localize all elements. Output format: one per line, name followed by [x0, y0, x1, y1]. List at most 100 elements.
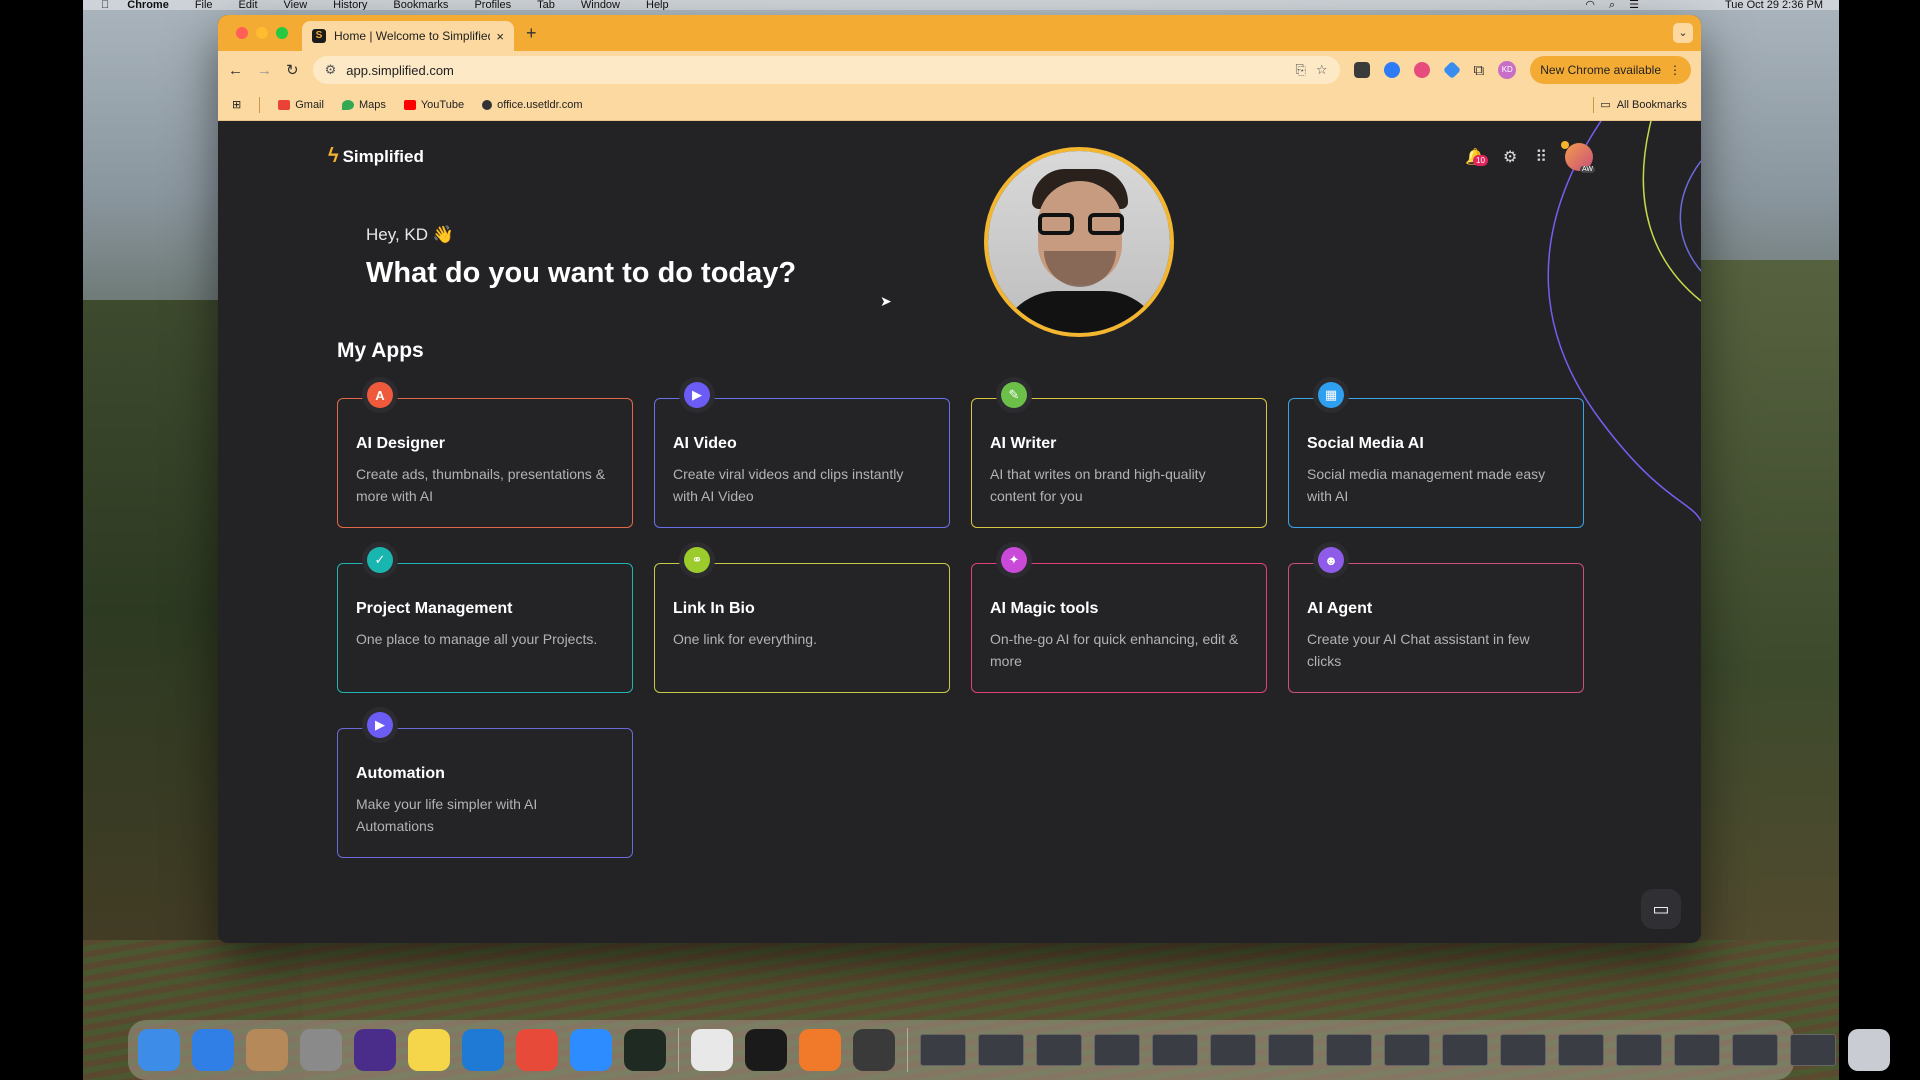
dock-arc-icon[interactable]	[354, 1029, 396, 1071]
browser-window: S Home | Welcome to Simplified × + ⌄ ← →…	[218, 15, 1701, 943]
menu-view[interactable]: View	[284, 0, 308, 10]
app-card-ai-magic-tools[interactable]: ✦ AI Magic tools On-the-go AI for quick …	[971, 542, 1267, 693]
address-bar[interactable]: ⚙ app.simplified.com ⎘ ☆	[312, 56, 1340, 84]
menu-help[interactable]: Help	[646, 0, 669, 10]
notifications-bell-icon[interactable]: 🔔 10	[1465, 147, 1488, 167]
bookmark-office[interactable]: office.usetldr.com	[482, 99, 583, 111]
dock-sublime-icon[interactable]	[853, 1029, 895, 1071]
dock-terminal-icon[interactable]	[745, 1029, 787, 1071]
bookmark-youtube[interactable]: YouTube	[403, 99, 464, 111]
menu-bookmarks[interactable]: Bookmarks	[393, 0, 448, 10]
apple-menu-icon[interactable]: 	[101, 0, 109, 10]
dock-window-thumbnail[interactable]	[978, 1034, 1024, 1066]
dock-pages-icon[interactable]	[799, 1029, 841, 1071]
app-card-project-management[interactable]: ✓ Project Management One place to manage…	[337, 542, 633, 693]
menu-file[interactable]: File	[195, 0, 213, 10]
user-avatar[interactable]: AW	[1561, 141, 1595, 173]
dock-zoom-icon[interactable]	[570, 1029, 612, 1071]
wifi-icon[interactable]: ◠	[1585, 0, 1595, 10]
dock-trash-icon[interactable]	[1848, 1029, 1890, 1071]
dock-window-thumbnail[interactable]	[1674, 1034, 1720, 1066]
dock-window-thumbnail[interactable]	[1152, 1034, 1198, 1066]
back-icon[interactable]: ←	[228, 62, 243, 79]
minimize-window-button[interactable]	[256, 27, 268, 39]
dock-vscode-icon[interactable]	[462, 1029, 504, 1071]
dock-launchpad-icon[interactable]	[300, 1029, 342, 1071]
menu-history[interactable]: History	[333, 0, 367, 10]
dock-window-thumbnail[interactable]	[1268, 1034, 1314, 1066]
app-card-ai-agent[interactable]: ☻ AI Agent Create your AI Chat assistant…	[1288, 542, 1584, 693]
extension-zoom-icon[interactable]	[1383, 62, 1400, 78]
zoom-window-button[interactable]	[276, 27, 288, 39]
dock-chrome-icon[interactable]	[516, 1029, 558, 1071]
menu-tab[interactable]: Tab	[537, 0, 555, 10]
search-icon[interactable]: ⌕	[1609, 0, 1615, 10]
dock-window-thumbnail[interactable]	[1732, 1034, 1778, 1066]
dock-activity-monitor-icon[interactable]	[624, 1029, 666, 1071]
install-app-icon[interactable]: ⎘	[1295, 62, 1305, 78]
bookmark-gmail[interactable]: Gmail	[278, 99, 324, 111]
video-icon: ▶	[679, 377, 715, 413]
tab-simplified[interactable]: S Home | Welcome to Simplified ×	[302, 21, 514, 51]
new-tab-button[interactable]: +	[526, 23, 537, 44]
bookmark-star-icon[interactable]: ☆	[1316, 62, 1328, 78]
chrome-update-button[interactable]: New Chrome available ⋮	[1530, 56, 1691, 84]
menu-clock[interactable]: Tue Oct 29 2:36 PM	[1725, 0, 1823, 10]
dock-window-thumbnail[interactable]	[1210, 1034, 1256, 1066]
dock-window-thumbnail[interactable]	[1384, 1034, 1430, 1066]
menu-edit[interactable]: Edit	[239, 0, 258, 10]
dock-window-thumbnail[interactable]	[1790, 1034, 1836, 1066]
dock-slack-icon[interactable]	[691, 1029, 733, 1071]
extensions-puzzle-icon[interactable]: ⧉	[1474, 62, 1485, 79]
apps-grid-icon[interactable]: ⊞	[232, 98, 241, 111]
dock-window-thumbnail[interactable]	[1442, 1034, 1488, 1066]
profile-avatar[interactable]: KD	[1498, 61, 1517, 79]
extension-3-icon[interactable]	[1413, 62, 1430, 78]
dock-window-thumbnail[interactable]	[1094, 1034, 1140, 1066]
dock-window-thumbnail[interactable]	[1616, 1034, 1662, 1066]
youtube-icon	[403, 99, 416, 110]
extension-1-icon[interactable]	[1353, 62, 1370, 78]
robot-icon: ☻	[1313, 542, 1349, 578]
close-window-button[interactable]	[236, 27, 248, 39]
control-center-icon[interactable]: ☰	[1629, 0, 1639, 10]
extension-4-icon[interactable]	[1442, 60, 1461, 80]
app-card-social-media-ai[interactable]: ▦ Social Media AI Social media managemen…	[1288, 377, 1584, 528]
dock-contacts-icon[interactable]	[246, 1029, 288, 1071]
apps-grid-icon[interactable]: ⠿	[1535, 147, 1547, 167]
app-card-ai-designer[interactable]: A AI Designer Create ads, thumbnails, pr…	[337, 377, 633, 528]
all-bookmarks[interactable]: ▭ All Bookmarks	[1593, 96, 1687, 113]
menu-chrome[interactable]: Chrome	[127, 0, 169, 10]
app-card-automation[interactable]: ▶ Automation Make your life simpler with…	[337, 707, 633, 858]
dock-window-thumbnail[interactable]	[1036, 1034, 1082, 1066]
window-controls	[236, 27, 288, 39]
dock-notes-icon[interactable]	[408, 1029, 450, 1071]
menu-window[interactable]: Window	[581, 0, 620, 10]
url-text[interactable]: app.simplified.com	[346, 63, 1285, 78]
simplified-logo[interactable]: ϟ Simplified	[328, 145, 424, 168]
app-title: Social Media AI	[1307, 435, 1424, 452]
chat-support-icon[interactable]: ▭	[1641, 889, 1681, 929]
notification-badge: 10	[1473, 155, 1488, 166]
site-info-icon[interactable]: ⚙	[325, 62, 337, 78]
bookmark-maps[interactable]: Maps	[341, 99, 386, 111]
dock-window-thumbnail[interactable]	[1326, 1034, 1372, 1066]
forward-icon[interactable]: →	[257, 62, 272, 79]
kebab-menu-icon: ⋮	[1669, 63, 1681, 77]
reload-icon[interactable]: ↻	[286, 61, 299, 79]
dock-finder-icon[interactable]	[138, 1029, 180, 1071]
tab-close-icon[interactable]: ×	[496, 29, 504, 44]
bookmarks-separator	[259, 96, 261, 113]
menu-profiles[interactable]: Profiles	[474, 0, 511, 10]
app-title: Project Management	[356, 600, 513, 617]
dock-safari-icon[interactable]	[192, 1029, 234, 1071]
app-card-link-in-bio[interactable]: ⚭ Link In Bio One link for everything.	[654, 542, 950, 693]
app-card-ai-writer[interactable]: ✎ AI Writer AI that writes on brand high…	[971, 377, 1267, 528]
settings-gear-icon[interactable]: ⚙	[1503, 147, 1517, 167]
tab-search-button[interactable]: ⌄	[1673, 23, 1693, 43]
app-card-ai-video[interactable]: ▶ AI Video Create viral videos and clips…	[654, 377, 950, 528]
dock-window-thumbnail[interactable]	[1500, 1034, 1546, 1066]
app-title: AI Designer	[356, 435, 445, 452]
dock-window-thumbnail[interactable]	[920, 1034, 966, 1066]
dock-window-thumbnail[interactable]	[1558, 1034, 1604, 1066]
